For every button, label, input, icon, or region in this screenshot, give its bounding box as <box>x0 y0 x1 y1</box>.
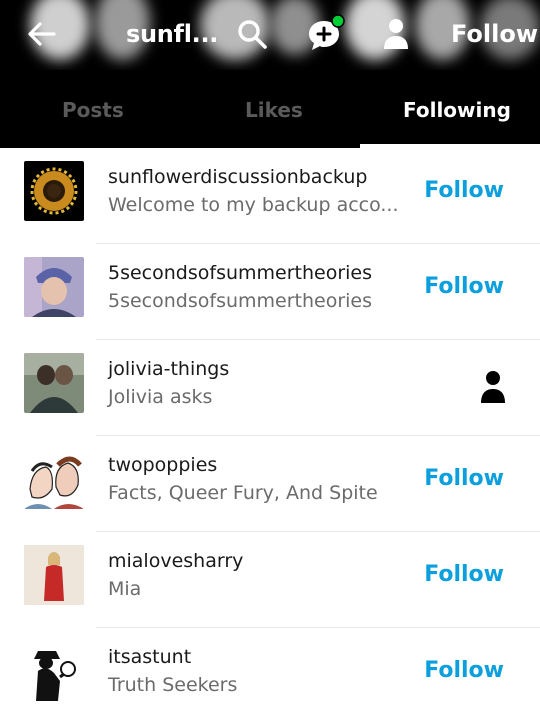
blog-name[interactable]: sunflowerdiscussionbackup <box>108 166 367 188</box>
new-message-icon[interactable] <box>306 14 346 54</box>
blog-name[interactable]: mialovesharry <box>108 550 243 572</box>
blog-name[interactable]: jolivia-things <box>108 358 229 380</box>
notification-dot <box>331 14 345 28</box>
avatar[interactable] <box>24 545 84 605</box>
search-icon[interactable] <box>236 18 268 50</box>
blog-description: Mia <box>108 578 142 600</box>
follow-button[interactable]: Follow <box>424 274 504 299</box>
blog-description: Welcome to my backup acco... <box>108 194 399 216</box>
blog-description: Truth Seekers <box>108 674 238 696</box>
blog-name[interactable]: 5secondsofsummertheories <box>108 262 372 284</box>
blog-description: Jolivia asks <box>108 386 213 408</box>
list-item[interactable]: jolivia-things Jolivia asks <box>0 340 540 436</box>
avatar[interactable] <box>24 641 84 701</box>
list-item[interactable]: twopoppies Facts, Queer Fury, And Spite … <box>0 436 540 532</box>
list-item[interactable]: mialovesharry Mia Follow <box>0 532 540 628</box>
blog-title: sunfl... <box>126 20 219 48</box>
avatar[interactable] <box>24 257 84 317</box>
avatar[interactable] <box>24 353 84 413</box>
profile-tabs: Posts Likes Following <box>0 88 540 148</box>
back-arrow-icon[interactable] <box>26 18 58 50</box>
blog-name[interactable]: itsastunt <box>108 646 191 668</box>
follow-blog-button[interactable]: Follow <box>451 20 538 48</box>
following-person-icon[interactable] <box>480 370 506 404</box>
blog-description: 5secondsofsummertheories <box>108 290 373 312</box>
tab-likes[interactable]: Likes <box>245 98 303 122</box>
avatar[interactable] <box>24 449 84 509</box>
blog-description: Facts, Queer Fury, And Spite <box>108 482 378 504</box>
follow-button[interactable]: Follow <box>424 178 504 203</box>
blog-header: sunfl... Follow Posts Likes Following <box>0 0 540 148</box>
follow-button[interactable]: Follow <box>424 562 504 587</box>
top-bar: sunfl... Follow <box>0 0 540 70</box>
following-list: sunflowerdiscussionbackup Welcome to my … <box>0 148 540 716</box>
follow-button[interactable]: Follow <box>424 658 504 683</box>
avatar[interactable] <box>24 161 84 221</box>
list-item[interactable]: itsastunt Truth Seekers Follow <box>0 628 540 716</box>
list-item[interactable]: sunflowerdiscussionbackup Welcome to my … <box>0 148 540 244</box>
follow-button[interactable]: Follow <box>424 466 504 491</box>
tab-posts[interactable]: Posts <box>62 98 124 122</box>
blog-name[interactable]: twopoppies <box>108 454 217 476</box>
list-item[interactable]: 5secondsofsummertheories 5secondsofsumme… <box>0 244 540 340</box>
person-icon[interactable] <box>382 18 410 50</box>
tab-following[interactable]: Following <box>403 98 511 122</box>
